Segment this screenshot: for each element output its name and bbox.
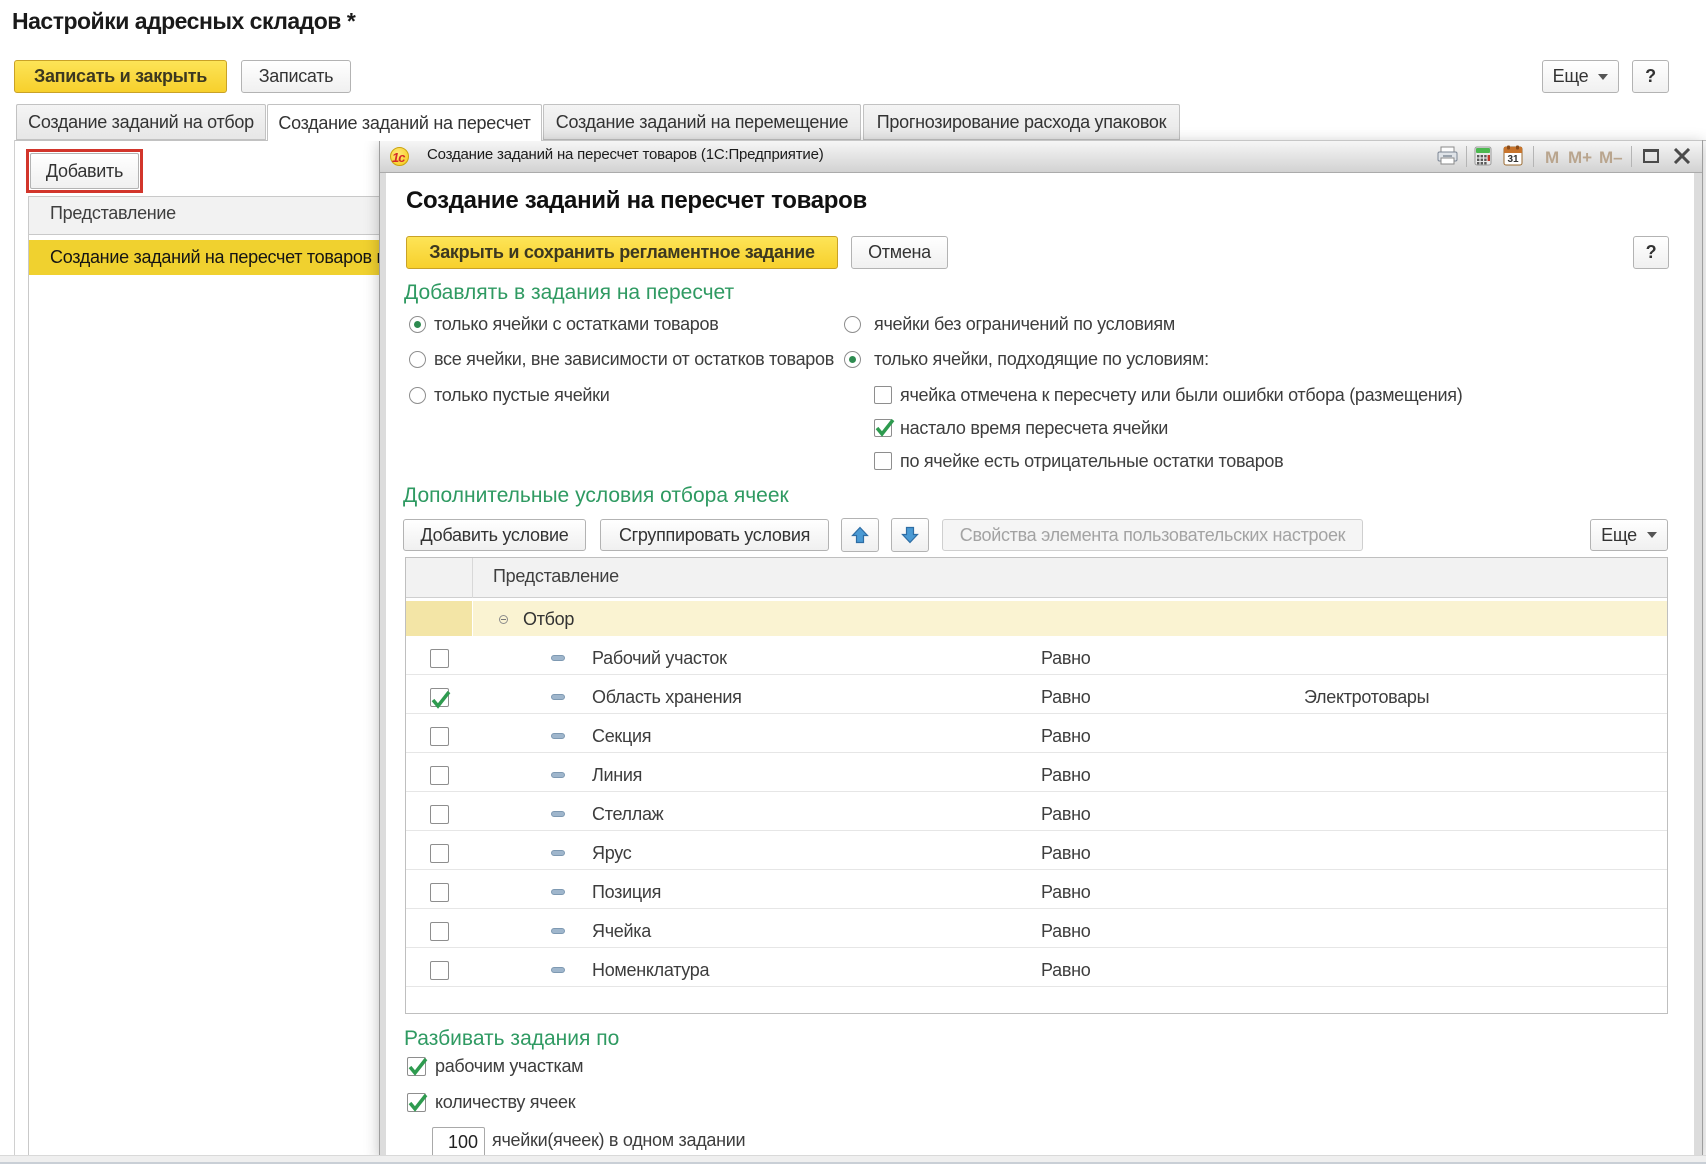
svg-text:31: 31 bbox=[1507, 154, 1519, 165]
